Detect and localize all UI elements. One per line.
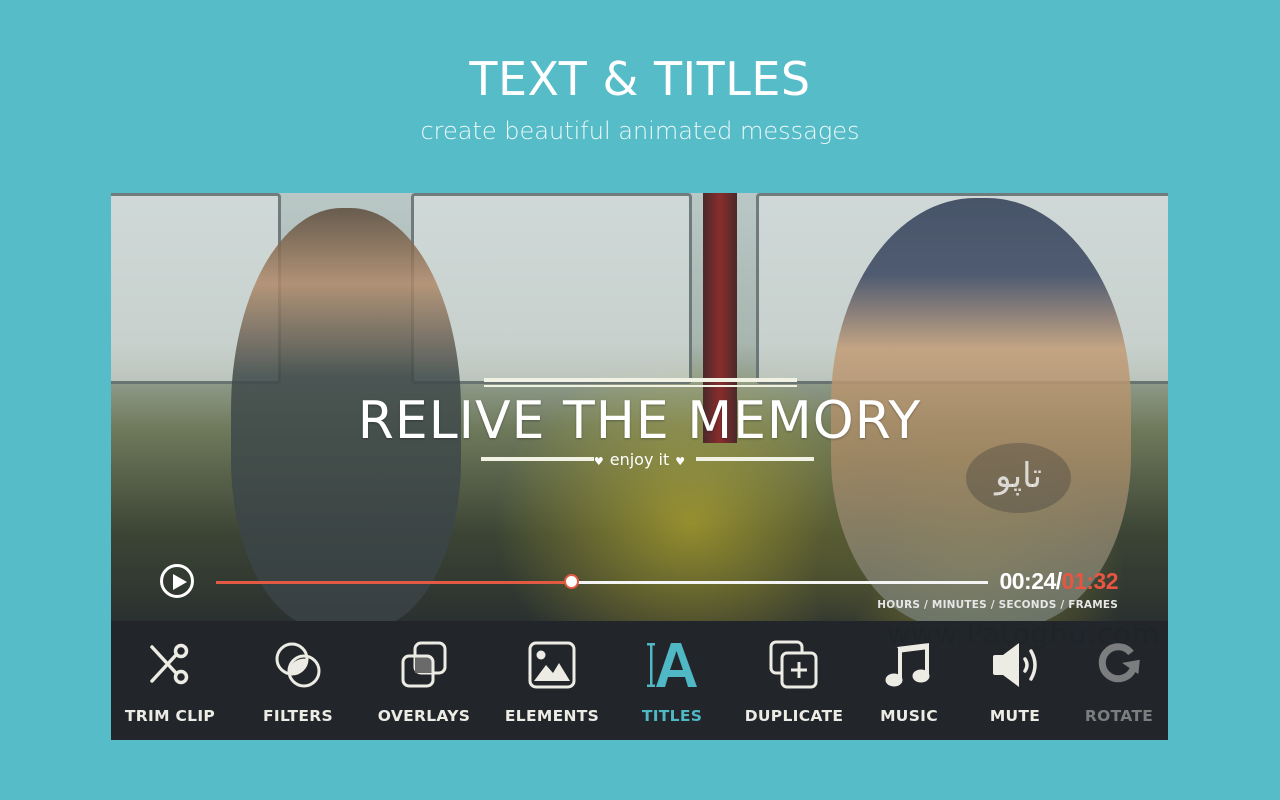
scissors-icon: [150, 643, 189, 685]
tool-label: FILTERS: [262, 707, 334, 725]
tool-label: MUSIC: [880, 707, 938, 725]
hero-title: TEXT & TITLES: [469, 52, 811, 106]
hero-subtitle: create beautiful animated messages: [420, 117, 860, 145]
image-icon: [528, 641, 576, 689]
seek-bar[interactable]: [216, 574, 988, 589]
heart-icon: ♥: [593, 455, 604, 468]
seek-bar-played: [216, 581, 572, 584]
tool-label: ELEMENTS: [504, 707, 600, 725]
watermark-logo: تاپو: [966, 443, 1071, 513]
tool-label: DUPLICATE: [744, 707, 844, 725]
play-icon: [173, 574, 187, 590]
site-watermark: www.Patoghu.com: [887, 617, 1160, 650]
overlay-title-text[interactable]: RELIVE THE MEMORY: [111, 391, 1168, 451]
video-preview[interactable]: RELIVE THE MEMORY ♥ enjoy it ♥ تاپو 00:24/…: [111, 193, 1168, 621]
tool-label: TRIM CLIP: [124, 707, 216, 725]
title-decoration-top: [484, 378, 797, 382]
tool-titles[interactable]: TITLES: [626, 621, 718, 740]
filters-icon: [275, 642, 321, 688]
tool-label: OVERLAYS: [377, 707, 471, 725]
heart-icon: ♥: [675, 455, 686, 468]
overlays-icon: [401, 641, 447, 688]
tool-label: ROTATE: [1084, 707, 1154, 725]
time-units-label: HOURS / MINUTES / SECONDS / FRAMES: [877, 599, 1118, 611]
tool-elements[interactable]: ELEMENTS: [497, 621, 607, 740]
duplicate-icon: [769, 640, 818, 689]
tool-filters[interactable]: FILTERS: [244, 621, 352, 740]
tool-overlays[interactable]: OVERLAYS: [365, 621, 483, 740]
tool-label: MUTE: [989, 707, 1041, 725]
text-cursor-icon: [647, 643, 697, 687]
tool-trim-clip[interactable]: TRIM CLIP: [111, 621, 229, 740]
timecode: 00:24/01:32: [999, 568, 1118, 595]
seek-handle[interactable]: [564, 574, 580, 589]
total-time: 01:32: [1061, 568, 1119, 594]
overlay-subtitle-text: enjoy it: [609, 450, 670, 469]
tool-label: TITLES: [641, 707, 703, 725]
current-time: 00:24: [999, 568, 1056, 594]
title-decoration-top-thin: [484, 385, 797, 387]
play-button[interactable]: [160, 564, 194, 598]
tool-duplicate[interactable]: DUPLICATE: [739, 621, 849, 740]
